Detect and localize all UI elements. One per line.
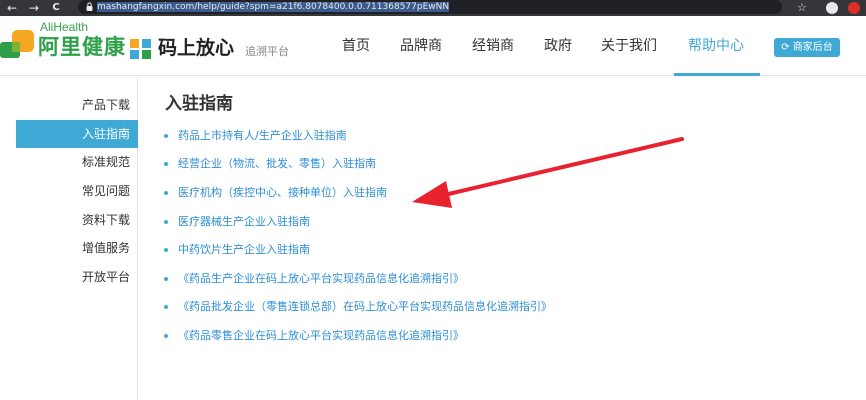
brand-chinese: 阿里健康 <box>38 35 126 59</box>
profile-icon[interactable] <box>826 2 838 14</box>
forward-button[interactable]: → <box>26 0 42 16</box>
nav-distributors[interactable]: 经销商 <box>472 36 514 56</box>
nav-home[interactable]: 首页 <box>342 36 370 56</box>
sidebar-item-onboarding-guide[interactable]: 入驻指南 <box>16 120 138 148</box>
guide-link[interactable]: 中药饮片生产企业入驻指南 <box>164 240 644 260</box>
guide-link-label[interactable]: 药品上市持有人/生产企业入驻指南 <box>178 126 347 146</box>
bullet-icon <box>164 305 168 309</box>
guide-link[interactable]: 《药品零售企业在码上放心平台实现药品信息化追溯指引》 <box>164 326 644 346</box>
guide-link-label[interactable]: 《药品批发企业（零售连锁总部）在码上放心平台实现药品信息化追溯指引》 <box>178 297 552 317</box>
guide-link[interactable]: 医疗器械生产企业入驻指南 <box>164 212 644 232</box>
merchant-backend-label: 商家后台 <box>792 42 833 53</box>
guide-link-label[interactable]: 医疗器械生产企业入驻指南 <box>178 212 310 232</box>
sidebar-item-open-platform[interactable]: 开放平台 <box>16 263 138 291</box>
bullet-icon <box>164 191 168 195</box>
product-subtitle: 追溯平台 <box>245 45 289 58</box>
browser-toolbar: ← → C mashangfangxin.com/help/guide?spm=… <box>0 0 866 16</box>
sidebar-item-materials-download[interactable]: 资料下载 <box>16 206 138 234</box>
bullet-icon <box>164 334 168 338</box>
product-name: 码上放心 <box>158 37 235 59</box>
nav-active-indicator <box>674 73 760 76</box>
extension-icon[interactable] <box>848 2 860 14</box>
lock-icon <box>86 2 93 11</box>
guide-link-label[interactable]: 《药品零售企业在码上放心平台实现药品信息化追溯指引》 <box>178 326 464 346</box>
guide-link[interactable]: 《药品生产企业在码上放心平台实现药品信息化追溯指引》 <box>164 269 644 289</box>
alihealth-logo-icon <box>0 30 34 58</box>
sidebar-item-standards[interactable]: 标准规范 <box>16 148 138 176</box>
guide-link[interactable]: 医疗机构（疾控中心、接种单位）入驻指南 <box>164 183 644 203</box>
address-text[interactable]: mashangfangxin.com/help/guide?spm=a21f6.… <box>97 0 450 14</box>
bullet-icon <box>164 134 168 138</box>
nav-help-center[interactable]: 帮助中心 <box>688 36 744 56</box>
guide-link[interactable]: 经营企业（物流、批发、零售）入驻指南 <box>164 154 644 174</box>
bullet-icon <box>164 220 168 224</box>
main-content: 入驻指南 药品上市持有人/生产企业入驻指南 经营企业（物流、批发、零售）入驻指南… <box>138 77 866 400</box>
bullet-icon <box>164 162 168 166</box>
help-sidebar: 产品下载 入驻指南 标准规范 常见问题 资料下载 增值服务 开放平台 <box>0 77 138 400</box>
back-button[interactable]: ← <box>4 0 20 16</box>
sidebar-item-value-added-services[interactable]: 增值服务 <box>16 234 138 262</box>
nav-about[interactable]: 关于我们 <box>601 36 657 56</box>
guide-link-label[interactable]: 经营企业（物流、批发、零售）入驻指南 <box>178 154 376 174</box>
sidebar-item-product-download[interactable]: 产品下载 <box>16 91 138 119</box>
nav-brands[interactable]: 品牌商 <box>400 36 442 56</box>
guide-link-label[interactable]: 《药品生产企业在码上放心平台实现药品信息化追溯指引》 <box>178 269 464 289</box>
guide-link-label[interactable]: 中药饮片生产企业入驻指南 <box>178 240 310 260</box>
bullet-icon <box>164 248 168 252</box>
product-logo-icon <box>130 39 151 59</box>
refresh-icon: ⟳ <box>781 42 790 53</box>
bullet-icon <box>164 277 168 281</box>
nav-government[interactable]: 政府 <box>544 36 572 56</box>
sidebar-item-faq[interactable]: 常见问题 <box>16 177 138 205</box>
guide-link-label[interactable]: 医疗机构（疾控中心、接种单位）入驻指南 <box>178 183 387 203</box>
brand-english: AliHealth <box>40 20 89 34</box>
bookmark-star-icon[interactable]: ☆ <box>797 0 807 16</box>
guide-link[interactable]: 药品上市持有人/生产企业入驻指南 <box>164 126 644 146</box>
merchant-backend-button[interactable]: ⟳ 商家后台 <box>774 38 840 57</box>
reload-button[interactable]: C <box>48 0 64 16</box>
page-title: 入驻指南 <box>165 94 233 114</box>
guide-link[interactable]: 《药品批发企业（零售连锁总部）在码上放心平台实现药品信息化追溯指引》 <box>164 297 644 317</box>
site-header: AliHealth 阿里健康 码上放心 追溯平台 首页 品牌商 经销商 政府 关… <box>0 16 866 76</box>
